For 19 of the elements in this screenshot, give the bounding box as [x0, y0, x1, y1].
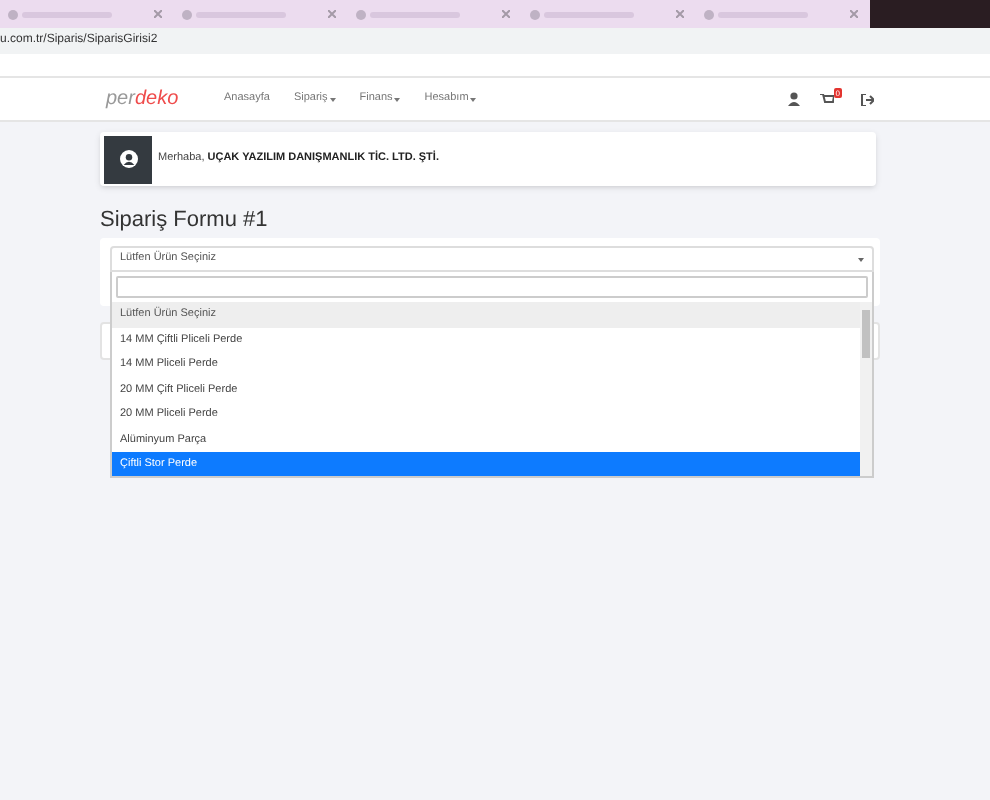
- close-icon[interactable]: [676, 10, 684, 18]
- user-icon[interactable]: [788, 92, 800, 106]
- browser-tab[interactable]: [352, 4, 514, 24]
- user-circle-icon: [119, 150, 137, 168]
- browser-tab[interactable]: [178, 4, 340, 24]
- browser-tab[interactable]: [700, 4, 862, 24]
- close-icon[interactable]: [154, 10, 162, 18]
- close-icon[interactable]: [850, 10, 858, 18]
- caret-icon: [858, 257, 864, 261]
- search-field[interactable]: [116, 276, 868, 298]
- window-corner: [870, 0, 990, 28]
- close-icon[interactable]: [328, 10, 336, 18]
- form-title: Sipariş Formu #1: [100, 206, 270, 234]
- scrollbar[interactable]: [860, 302, 872, 476]
- sign-out-icon[interactable]: [860, 93, 874, 105]
- browser-tab[interactable]: [4, 4, 166, 24]
- browser-tab[interactable]: [526, 4, 688, 24]
- logo[interactable]: perdeko: [106, 84, 196, 114]
- close-icon[interactable]: [502, 10, 510, 18]
